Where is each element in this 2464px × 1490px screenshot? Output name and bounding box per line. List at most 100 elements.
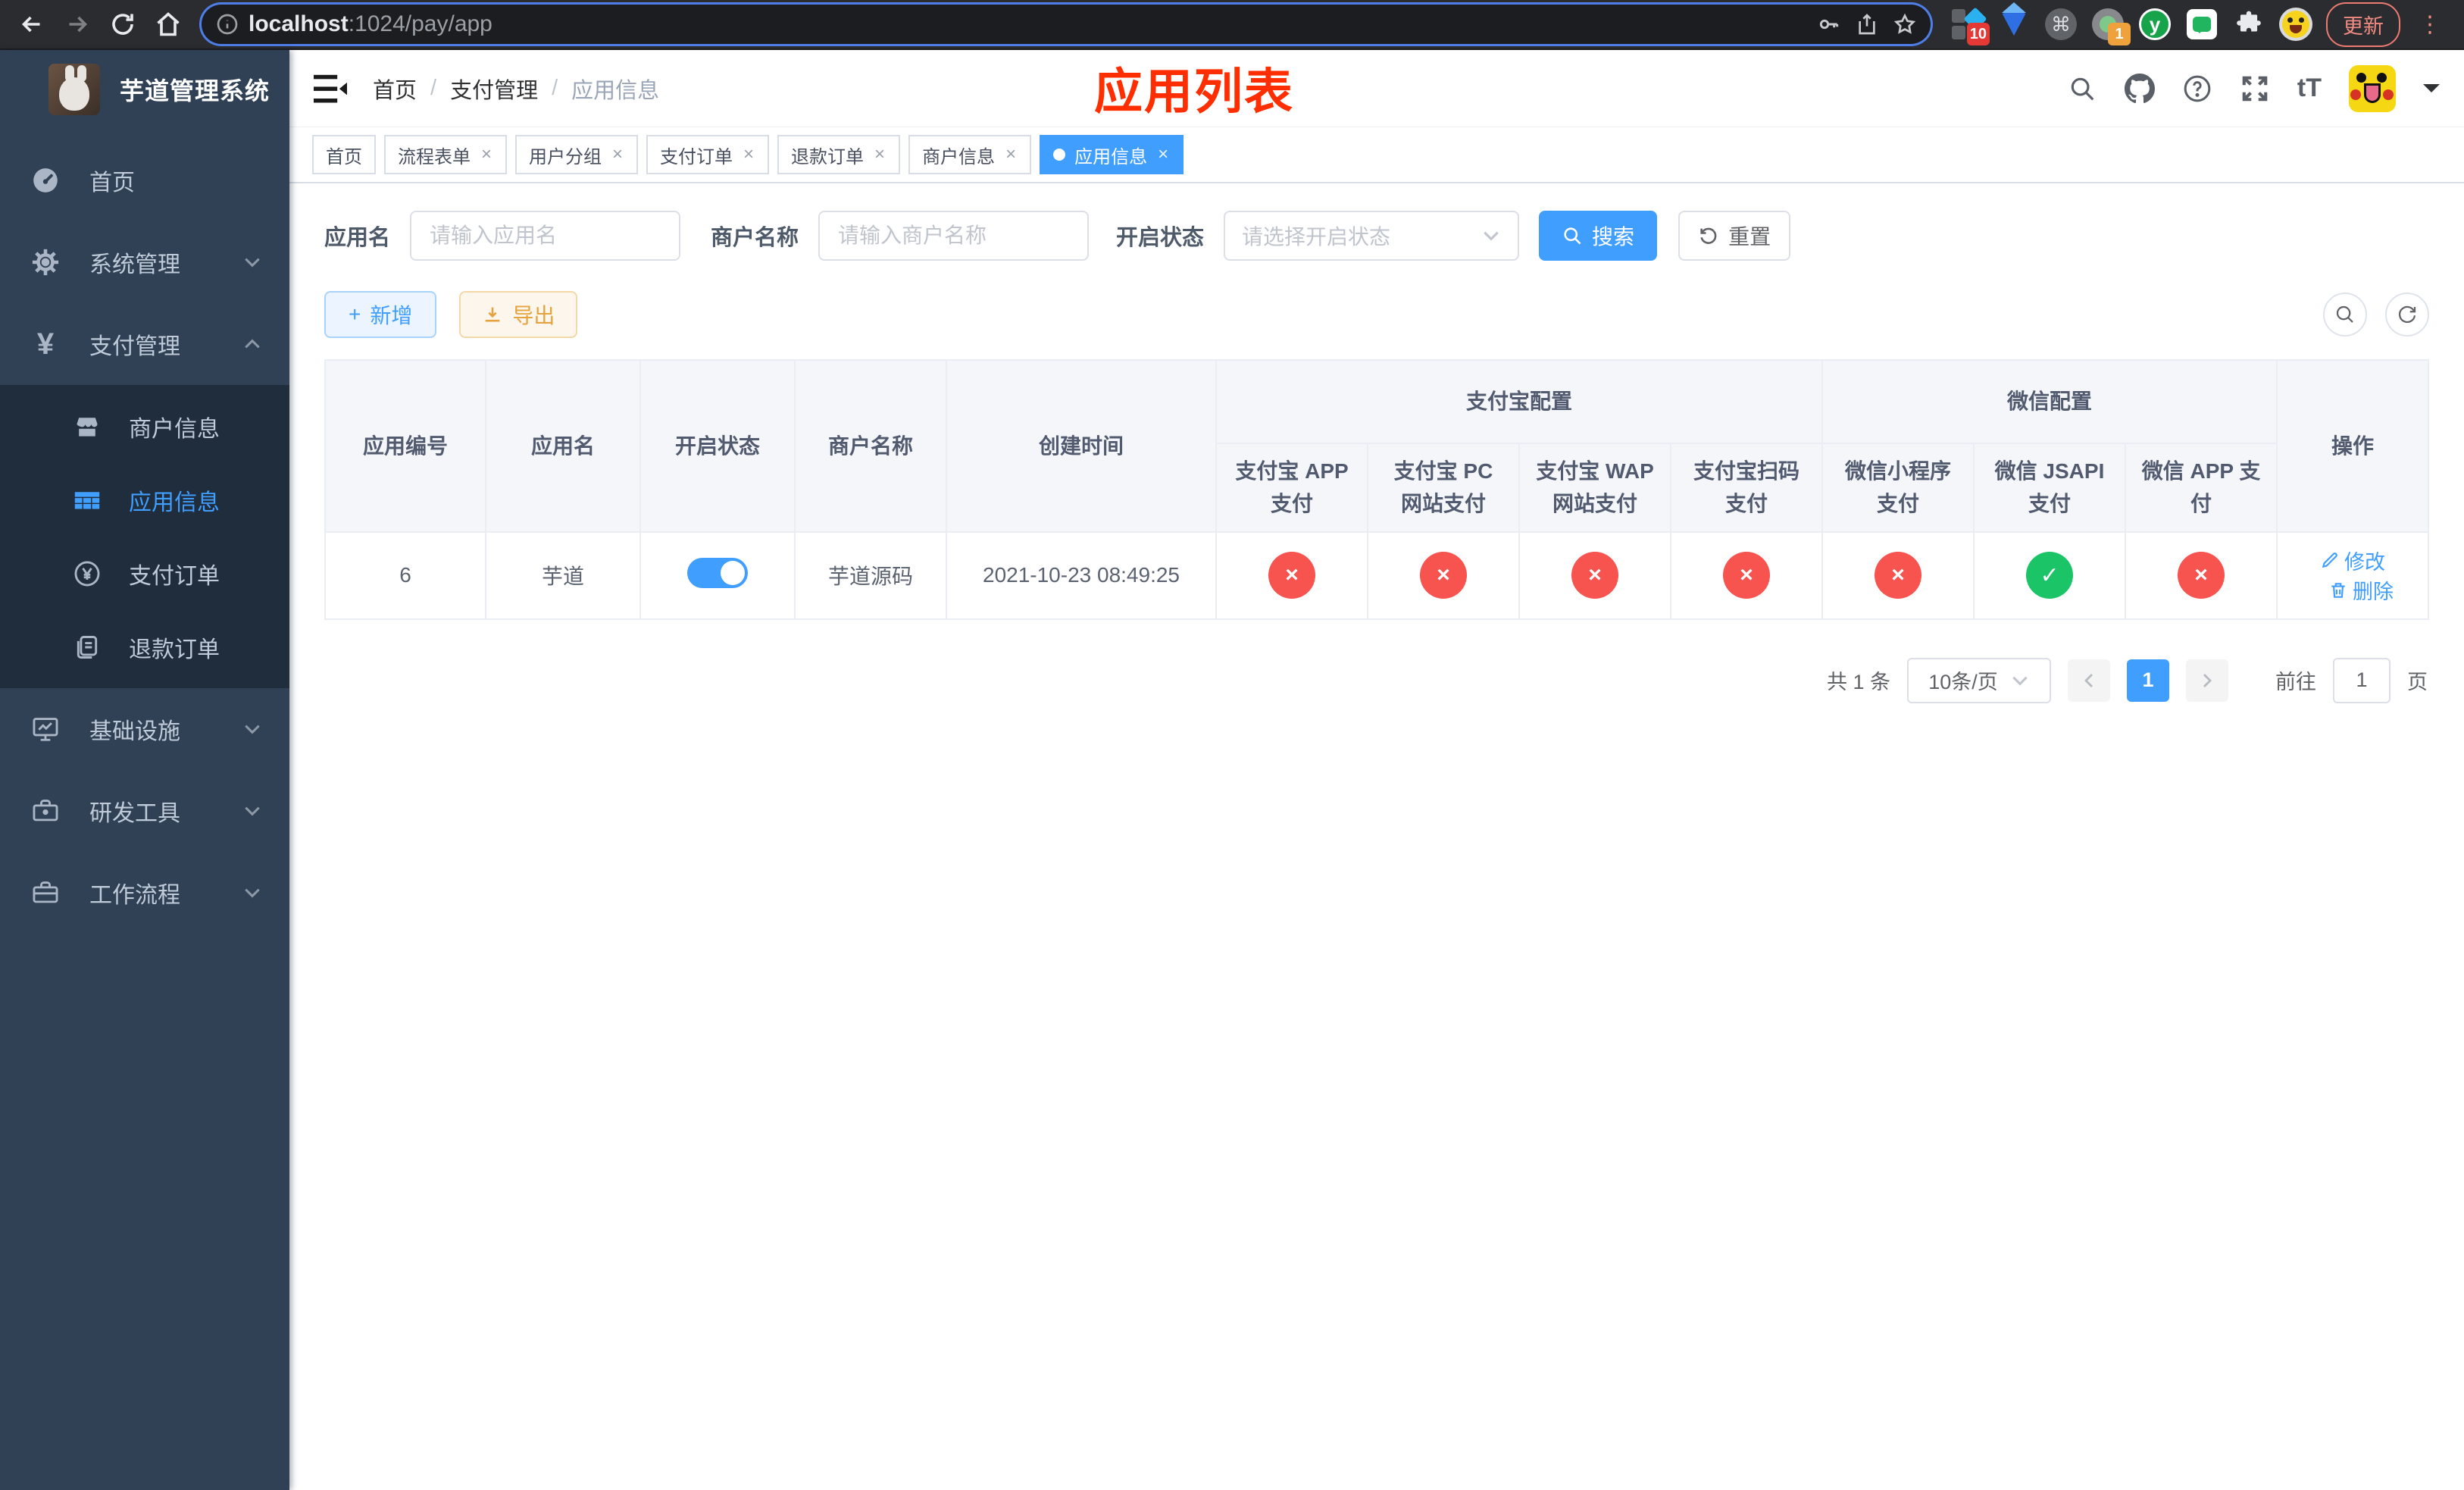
emoji-extension-icon[interactable] [2279,8,2312,41]
back-icon[interactable] [12,5,52,44]
yen-circle-icon [73,559,102,588]
tab-merchant-info[interactable]: 商户信息 × [908,135,1032,174]
chevron-down-icon [242,719,262,739]
refresh-button[interactable] [2385,293,2429,337]
sidebar-fold-icon[interactable] [314,74,347,104]
monitor-chart-icon [30,714,61,744]
url-bar[interactable]: localhost:1024/pay/app [202,5,1931,44]
goto-page-input[interactable] [2333,657,2391,703]
app-name-input[interactable] [410,211,681,261]
toolbox-icon [30,796,61,826]
status-select[interactable]: 请选择开启状态 [1224,211,1520,261]
status-toggle[interactable] [687,557,748,588]
export-button[interactable]: 导出 [459,291,578,338]
sidebar-item-payment-orders[interactable]: 支付订单 [0,537,289,610]
pagination: 共 1 条 10条/页 1 前往 页 [324,657,2428,703]
breadcrumb-payment[interactable]: 支付管理 [450,73,538,105]
reset-button[interactable]: 重置 [1678,211,1791,261]
search-button[interactable]: 搜索 [1539,211,1658,261]
sidebar-item-workflow[interactable]: 工作流程 [0,852,289,934]
user-avatar[interactable] [2349,64,2396,112]
app-table: 应用编号 应用名 开启状态 商户名称 创建时间 支付宝配置 微信配置 操作 支付… [324,359,2429,620]
cell-merchant: 芋道源码 [794,531,947,620]
tags-view: 首页 流程表单 × 用户分组 × 支付订单 × 退款订单 × 商户信息 × 应用信息 × [289,127,2464,183]
col-app-name: 应用名 [485,359,641,533]
merchant-name-input[interactable] [818,211,1090,261]
page-size-select[interactable]: 10条/页 [1907,657,2051,703]
font-size-icon[interactable]: tT [2297,74,2322,103]
col-actions: 操作 [2276,359,2429,533]
table-row: 6 芋道 芋道源码 2021-10-23 08:49:25 × × × × × … [324,531,2429,620]
chevron-down-icon [2010,671,2030,690]
fullscreen-icon[interactable] [2240,74,2270,104]
gear-icon [30,247,61,277]
browser-update-button[interactable]: 更新 [2326,2,2400,47]
cell-alipay-wap-status: × [1518,531,1671,620]
tab-process-form[interactable]: 流程表单 × [384,135,508,174]
app-logo-row[interactable]: 芋道管理系统 [0,50,289,129]
close-icon[interactable]: × [742,144,755,165]
sidebar-item-infrastructure[interactable]: 基础设施 [0,688,289,770]
delete-button[interactable]: 删除 [2328,575,2394,605]
extensions-row: 10 ⌘ 1 y 更新 ⋮ [1944,2,2452,47]
prev-page-button[interactable] [2068,659,2110,702]
help-icon[interactable] [2182,74,2212,104]
tab-user-group[interactable]: 用户分组 × [515,135,639,174]
sidebar-item-app-info[interactable]: 应用信息 [0,463,289,537]
add-button[interactable]: + 新增 [324,291,437,338]
browser-toolbar: localhost:1024/pay/app 10 ⌘ 1 y 更新 ⋮ [0,0,2464,50]
cell-app-id: 6 [324,531,486,620]
github-icon[interactable] [2124,73,2155,104]
col-alipay-pc: 支付宝 PC 网站支付 [1367,443,1520,533]
payment-submenu: 商户信息 应用信息 支付订单 退款订单 [0,385,289,688]
close-icon[interactable]: × [1156,144,1170,165]
share-icon[interactable] [1855,12,1879,36]
home-icon[interactable] [149,5,188,44]
close-icon[interactable]: × [873,144,886,165]
pinned-tabs-extension-icon[interactable]: 10 [1950,7,1990,45]
sidebar: 芋道管理系统 首页 系统管理 ¥ 支付管理 商户信息 应用信息 支付订单 退款订… [0,50,289,1490]
sidebar-item-payment[interactable]: ¥ 支付管理 [0,303,289,385]
sidebar-item-refund-orders[interactable]: 退款订单 [0,610,289,684]
sidebar-item-dev-tools[interactable]: 研发工具 [0,770,289,852]
y-extension-icon[interactable]: y [2138,8,2172,41]
tab-app-info[interactable]: 应用信息 × [1040,135,1184,174]
password-key-icon[interactable] [1817,12,1841,36]
edit-button[interactable]: 修改 [2320,546,2385,575]
forward-icon[interactable] [58,5,97,44]
chat-extension-icon[interactable] [2185,8,2219,41]
tab-payment-orders[interactable]: 支付订单 × [646,135,770,174]
browser-menu-icon[interactable]: ⋮ [2414,11,2446,38]
total-count: 共 1 条 [1826,671,1890,694]
site-info-icon[interactable] [215,12,239,36]
sidebar-item-system[interactable]: 系统管理 [0,221,289,303]
app-name-label: 应用名 [324,226,391,250]
sidebar-item-merchant-info[interactable]: 商户信息 [0,390,289,463]
tab-home[interactable]: 首页 [312,135,376,174]
cell-wechat-jsapi-status: ✓ [1973,531,2127,620]
kite-extension-icon[interactable] [1997,2,2031,41]
status-cross-icon: × [1268,552,1315,599]
caret-down-icon[interactable] [2423,83,2440,101]
proxy-extension-icon[interactable]: 1 [2091,8,2131,45]
breadcrumb-home[interactable]: 首页 [373,73,417,105]
close-icon[interactable]: × [1004,144,1018,165]
search-icon[interactable] [2067,74,2097,104]
bookmark-star-icon[interactable] [1893,12,1917,36]
next-page-button[interactable] [2186,659,2228,702]
cell-create-time: 2021-10-23 08:49:25 [946,531,1217,620]
chevron-down-icon [242,883,262,903]
toggle-search-button[interactable] [2323,293,2367,337]
reload-icon[interactable] [103,5,142,44]
close-icon[interactable]: × [611,144,624,165]
cell-wechat-mini-status: × [1821,531,1975,620]
command-extension-icon[interactable]: ⌘ [2044,8,2078,41]
cell-alipay-qr-status: × [1669,531,1824,620]
sidebar-item-home[interactable]: 首页 [0,139,289,221]
tab-refund-orders[interactable]: 退款订单 × [777,135,901,174]
close-icon[interactable]: × [480,144,493,165]
col-alipay-app: 支付宝 APP 支付 [1215,443,1368,533]
current-page[interactable]: 1 [2127,659,2169,702]
extensions-puzzle-icon[interactable] [2232,8,2265,41]
app-title: 芋道管理系统 [120,77,270,105]
